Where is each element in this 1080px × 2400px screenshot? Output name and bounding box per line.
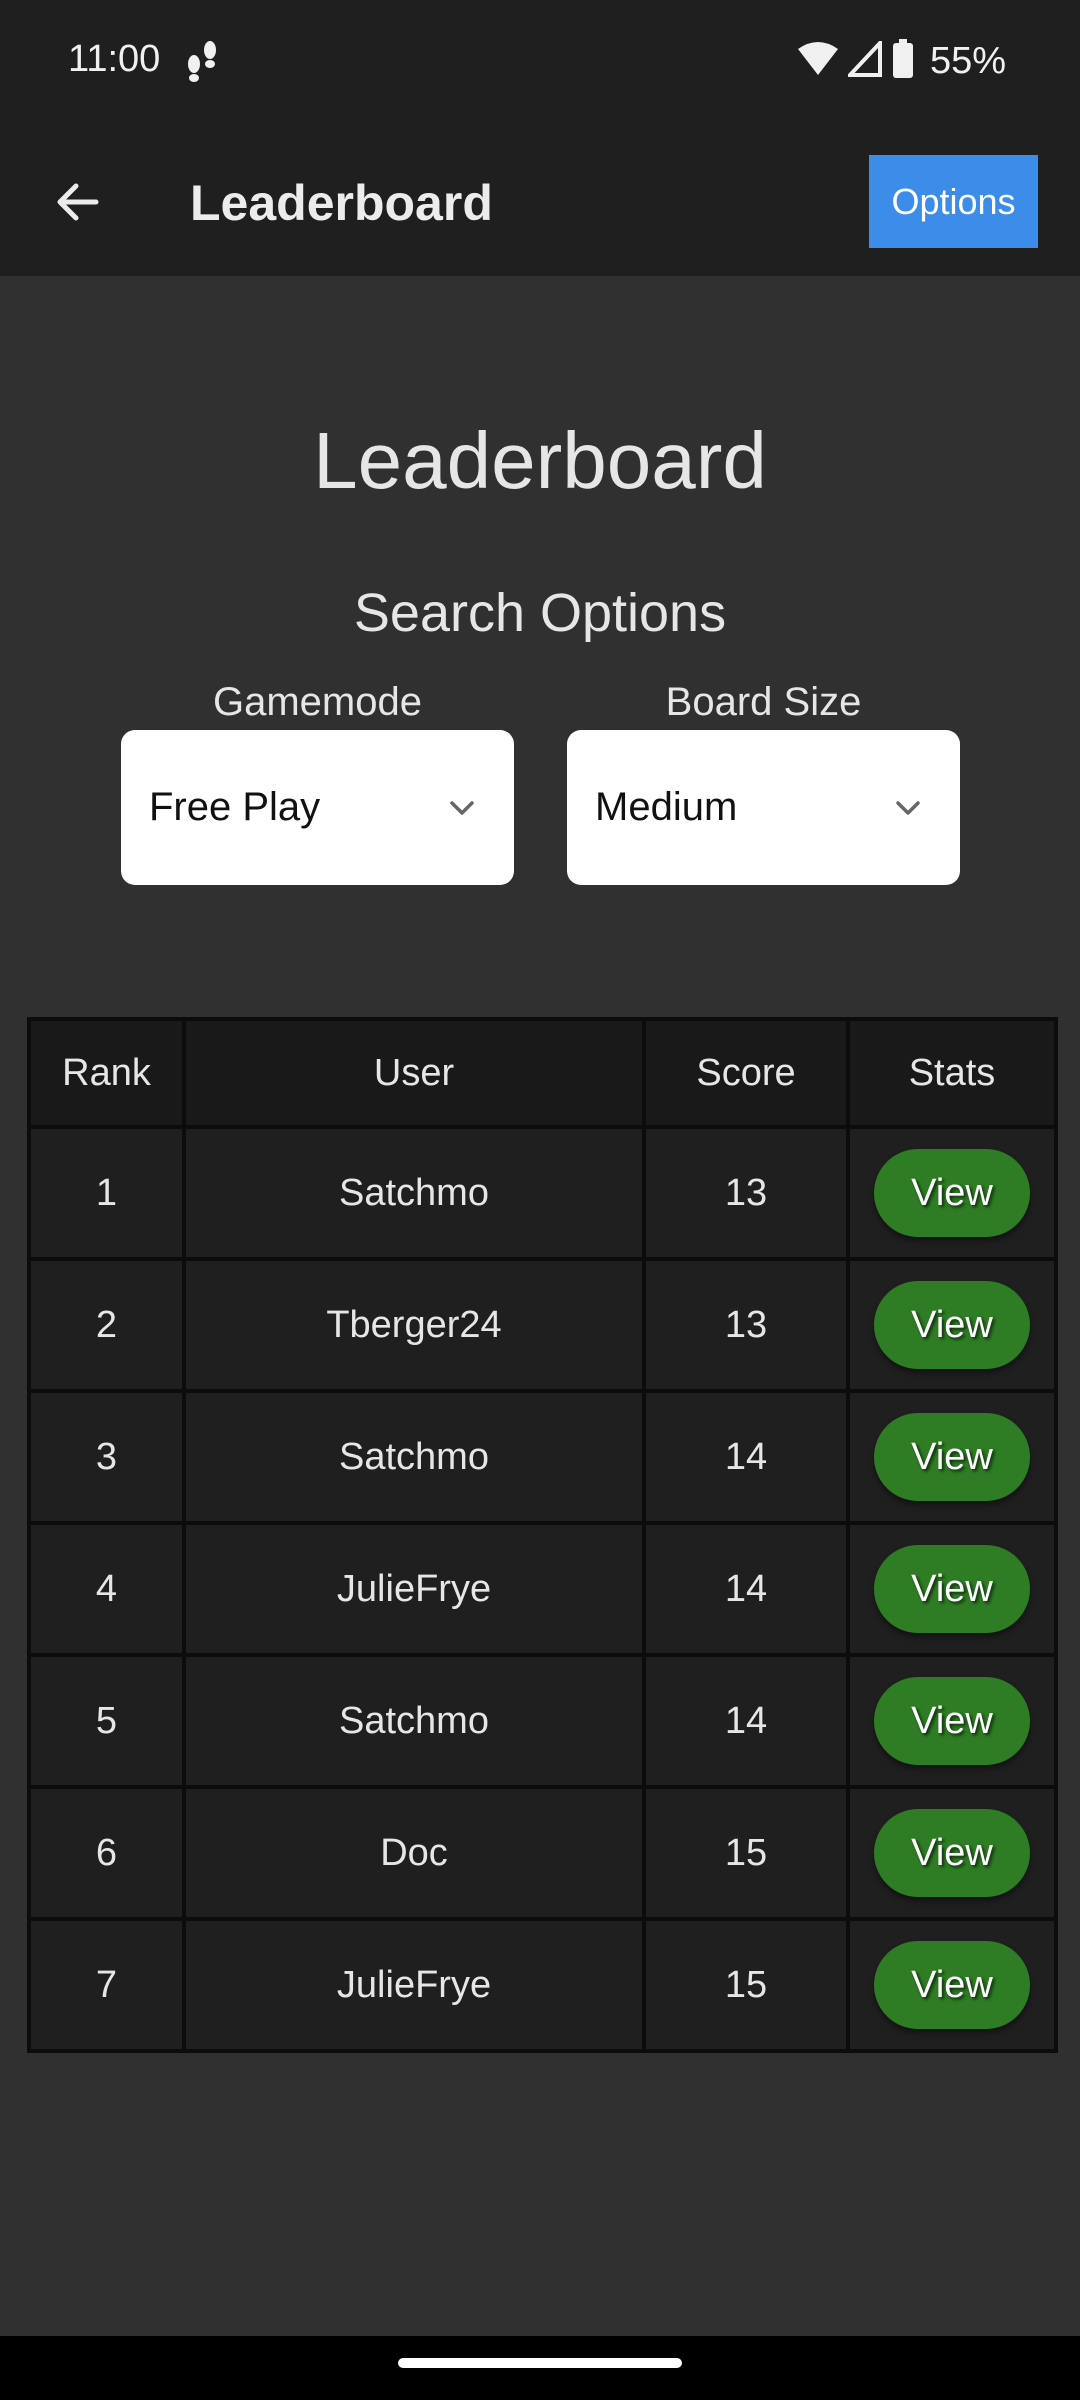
header-stats: Stats: [846, 1017, 1058, 1129]
chevron-down-icon: [896, 801, 920, 815]
gamemode-select[interactable]: Free Play: [121, 730, 514, 885]
view-stats-button[interactable]: View: [874, 1677, 1030, 1765]
rank-cell: 2: [27, 1257, 186, 1393]
app-bar: Leaderboard Options: [0, 128, 1080, 276]
view-stats-button[interactable]: View: [874, 1809, 1030, 1897]
score-cell: 14: [642, 1521, 850, 1657]
arrow-left-icon: [57, 183, 99, 221]
table-row: 3 Satchmo 14 View: [27, 1389, 1058, 1525]
user-cell: Doc: [182, 1785, 646, 1921]
home-gesture-handle[interactable]: [398, 2358, 682, 2368]
user-cell: JulieFrye: [182, 1521, 646, 1657]
view-stats-button[interactable]: View: [874, 1545, 1030, 1633]
leaderboard-table: Rank User Score Stats 1 Satchmo 13 View …: [27, 1017, 1058, 2053]
app-bar-title: Leaderboard: [190, 175, 493, 231]
score-cell: 15: [642, 1917, 850, 2053]
table-row: 6 Doc 15 View: [27, 1785, 1058, 1921]
status-time: 11:00: [68, 38, 161, 80]
view-stats-button[interactable]: View: [874, 1149, 1030, 1237]
board-size-value: Medium: [595, 785, 738, 829]
stats-cell: View: [846, 1653, 1058, 1789]
stats-cell: View: [846, 1521, 1058, 1657]
stats-cell: View: [846, 1257, 1058, 1393]
table-row: 7 JulieFrye 15 View: [27, 1917, 1058, 2053]
table-row: 5 Satchmo 14 View: [27, 1653, 1058, 1789]
table-row: 1 Satchmo 13 View: [27, 1125, 1058, 1261]
gamemode-value: Free Play: [149, 785, 321, 829]
score-cell: 15: [642, 1785, 850, 1921]
gamemode-label: Gamemode: [213, 680, 422, 724]
stats-cell: View: [846, 1389, 1058, 1525]
footprints-icon: [182, 38, 222, 84]
wifi-icon: [797, 41, 838, 82]
board-size-label: Board Size: [665, 680, 862, 724]
user-cell: JulieFrye: [182, 1917, 646, 2053]
status-icons: 55%: [797, 36, 1006, 86]
user-cell: Tberger24: [182, 1257, 646, 1393]
score-cell: 13: [642, 1125, 850, 1261]
header-user: User: [182, 1017, 646, 1129]
table-row: 4 JulieFrye 14 View: [27, 1521, 1058, 1657]
table-header-row: Rank User Score Stats: [27, 1017, 1058, 1129]
status-bar: 11:00 55%: [0, 0, 1080, 128]
search-options-title: Search Options: [353, 583, 727, 643]
rank-cell: 1: [27, 1125, 186, 1261]
navigation-bar: [0, 2336, 1080, 2400]
stats-cell: View: [846, 1785, 1058, 1921]
score-cell: 14: [642, 1389, 850, 1525]
score-cell: 13: [642, 1257, 850, 1393]
score-cell: 14: [642, 1653, 850, 1789]
view-stats-button[interactable]: View: [874, 1413, 1030, 1501]
view-stats-button[interactable]: View: [874, 1941, 1030, 2029]
page-title: Leaderboard: [313, 416, 767, 505]
rank-cell: 7: [27, 1917, 186, 2053]
board-size-select[interactable]: Medium: [567, 730, 960, 885]
user-cell: Satchmo: [182, 1389, 646, 1525]
rank-cell: 5: [27, 1653, 186, 1789]
rank-cell: 4: [27, 1521, 186, 1657]
header-rank: Rank: [27, 1017, 186, 1129]
stats-cell: View: [846, 1125, 1058, 1261]
stats-cell: View: [846, 1917, 1058, 2053]
table-row: 2 Tberger24 13 View: [27, 1257, 1058, 1393]
view-stats-button[interactable]: View: [874, 1281, 1030, 1369]
cell-signal-icon: [845, 37, 882, 82]
battery-percentage: 55%: [929, 39, 1006, 82]
user-cell: Satchmo: [182, 1653, 646, 1789]
rank-cell: 6: [27, 1785, 186, 1921]
options-button[interactable]: Options: [869, 155, 1038, 248]
user-cell: Satchmo: [182, 1125, 646, 1261]
chevron-down-icon: [450, 801, 474, 815]
back-button[interactable]: [44, 168, 112, 236]
rank-cell: 3: [27, 1389, 186, 1525]
header-score: Score: [642, 1017, 850, 1129]
battery-icon: [892, 38, 914, 84]
